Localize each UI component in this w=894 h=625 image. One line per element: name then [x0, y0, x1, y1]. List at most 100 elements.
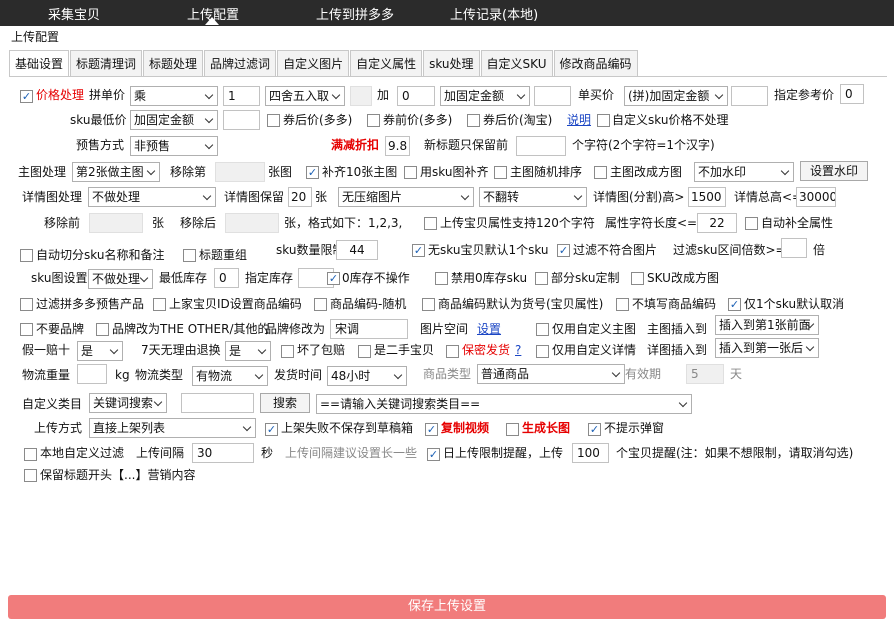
save-settings-button[interactable]: 保存上传设置: [8, 595, 886, 619]
set-watermark-button[interactable]: 设置水印: [800, 161, 868, 181]
code-random-checkbox[interactable]: [314, 298, 327, 311]
presale-select[interactable]: 非预售: [130, 136, 218, 156]
detail-insert-select[interactable]: 插入到第一张后: [715, 338, 819, 358]
tab-basic[interactable]: 基础设置: [9, 50, 70, 76]
main-insert-select[interactable]: 插入到第1张前面: [715, 315, 819, 335]
before-coupon-many-checkbox[interactable]: [367, 114, 380, 127]
secret-ship-help-link[interactable]: ?: [515, 340, 521, 360]
secret-ship-checkbox[interactable]: [446, 345, 459, 358]
tab-brand-filter[interactable]: 品牌过滤词: [204, 50, 277, 76]
detail-keep-input[interactable]: 20: [288, 187, 312, 207]
no-code-checkbox[interactable]: [616, 298, 629, 311]
no-brand-checkbox[interactable]: [20, 323, 33, 336]
code-default-checkbox[interactable]: [422, 298, 435, 311]
sku-interval-input[interactable]: [781, 238, 807, 258]
single-price-select[interactable]: (拼)加固定金额: [624, 86, 728, 106]
forbid-zero-checkbox[interactable]: [435, 272, 448, 285]
sku-fill-checkbox[interactable]: [404, 166, 417, 179]
flip-select[interactable]: 不翻转: [479, 187, 587, 207]
nav-upload-records[interactable]: 上传记录(本地): [450, 4, 538, 23]
id-code-checkbox[interactable]: [153, 298, 166, 311]
upload-mode-select[interactable]: 直接上架列表: [89, 418, 256, 438]
remove-before-input[interactable]: [89, 213, 143, 233]
local-filter-checkbox[interactable]: [24, 448, 37, 461]
fail-draft-checkbox[interactable]: ✓: [265, 423, 278, 436]
daily-limit-checkbox[interactable]: ✓: [427, 448, 440, 461]
tab-sku[interactable]: sku处理: [423, 50, 480, 76]
auto-attr-checkbox[interactable]: [745, 217, 758, 230]
long-image-checkbox[interactable]: [506, 423, 519, 436]
min-stock-input[interactable]: 0: [214, 268, 239, 288]
add-value-input[interactable]: 0: [397, 86, 435, 106]
after-coupon-tb-checkbox[interactable]: [467, 114, 480, 127]
round-digit-input[interactable]: [350, 86, 372, 106]
nav-collect[interactable]: 采集宝贝: [48, 4, 100, 23]
sku-min-input[interactable]: [223, 110, 260, 130]
custom-main-checkbox[interactable]: [536, 323, 549, 336]
watermark-select[interactable]: 不加水印: [694, 162, 794, 182]
valid-period-input[interactable]: 5: [686, 364, 724, 384]
sku-image-select[interactable]: 不做处理: [88, 269, 153, 289]
ref-price-input[interactable]: 0: [840, 84, 864, 104]
pin-op-select[interactable]: 乘: [130, 86, 218, 106]
image-space-set-link[interactable]: 设置: [477, 319, 501, 339]
category-list-select[interactable]: ==请输入关键词搜索类目==: [316, 394, 692, 414]
tab-edit-code[interactable]: 修改商品编码: [553, 50, 638, 76]
fill10-checkbox[interactable]: ✓: [306, 166, 319, 179]
fake-select[interactable]: 是: [77, 341, 123, 361]
tab-custom-attr[interactable]: 自定义属性: [350, 50, 423, 76]
broken-checkbox[interactable]: [281, 345, 294, 358]
compress-select[interactable]: 无压缩图片: [338, 187, 474, 207]
sku-limit-input[interactable]: 44: [336, 240, 378, 260]
category-keyword-input[interactable]: [181, 393, 254, 413]
brand-other-checkbox[interactable]: [96, 323, 109, 336]
single-price-input[interactable]: [731, 86, 768, 106]
nosku-checkbox[interactable]: ✓: [412, 244, 425, 257]
remove-nth-input[interactable]: [215, 162, 265, 182]
tab-custom-sku[interactable]: 自定义SKU: [480, 50, 553, 76]
keep-title-checkbox[interactable]: [24, 469, 37, 482]
brand-to-input[interactable]: 宋调: [330, 319, 408, 339]
attr120-checkbox[interactable]: [424, 217, 437, 230]
filter-presale-checkbox[interactable]: [20, 298, 33, 311]
main-image-select[interactable]: 第2张做主图: [72, 162, 160, 182]
round-select[interactable]: 四舍五入取: [265, 86, 345, 106]
after-coupon-many-checkbox[interactable]: [267, 114, 280, 127]
product-type-select[interactable]: 普通商品: [477, 364, 625, 384]
remove-after-input[interactable]: [225, 213, 279, 233]
attr-len-input[interactable]: 22: [697, 213, 737, 233]
category-mode-select[interactable]: 关键词搜索: [89, 393, 167, 413]
main-square-checkbox[interactable]: [594, 166, 607, 179]
tab-title-process[interactable]: 标题处理: [143, 50, 204, 76]
tab-title-clean[interactable]: 标题清理词: [70, 50, 143, 76]
explain-link[interactable]: 说明: [567, 110, 591, 130]
logistics-type-select[interactable]: 有物流: [192, 366, 268, 386]
price-process-checkbox[interactable]: ✓: [20, 90, 33, 103]
sku-square-checkbox[interactable]: [631, 272, 644, 285]
custom-sku-price-checkbox[interactable]: [597, 114, 610, 127]
fixed-amount-input[interactable]: [534, 86, 571, 106]
nav-upload-pdd[interactable]: 上传到拼多多: [316, 4, 394, 23]
custom-detail-checkbox[interactable]: [536, 345, 549, 358]
random-order-checkbox[interactable]: [494, 166, 507, 179]
multiplier-input[interactable]: 1: [223, 86, 260, 106]
detail-image-select[interactable]: 不做处理: [88, 187, 216, 207]
auto-split-checkbox[interactable]: [20, 249, 33, 262]
fixed-amount-select[interactable]: 加固定金额: [440, 86, 530, 106]
discount-input[interactable]: 9.8: [385, 136, 410, 156]
one-sku-checkbox[interactable]: ✓: [728, 298, 741, 311]
zero-stock-checkbox[interactable]: ✓: [327, 272, 340, 285]
split-height-input[interactable]: 1500: [688, 187, 726, 207]
daily-limit-input[interactable]: 100: [572, 443, 609, 463]
seven-day-select[interactable]: 是: [225, 341, 271, 361]
tab-custom-image[interactable]: 自定义图片: [277, 50, 350, 76]
second-hand-checkbox[interactable]: [358, 345, 371, 358]
filter-pic-checkbox[interactable]: ✓: [557, 244, 570, 257]
category-search-button[interactable]: 搜索: [260, 393, 310, 413]
title-group-checkbox[interactable]: [183, 249, 196, 262]
total-height-input[interactable]: 30000: [796, 187, 836, 207]
title-keep-input[interactable]: [516, 136, 566, 156]
upload-interval-input[interactable]: 30: [192, 443, 254, 463]
copy-video-checkbox[interactable]: ✓: [425, 423, 438, 436]
partial-sku-checkbox[interactable]: [535, 272, 548, 285]
